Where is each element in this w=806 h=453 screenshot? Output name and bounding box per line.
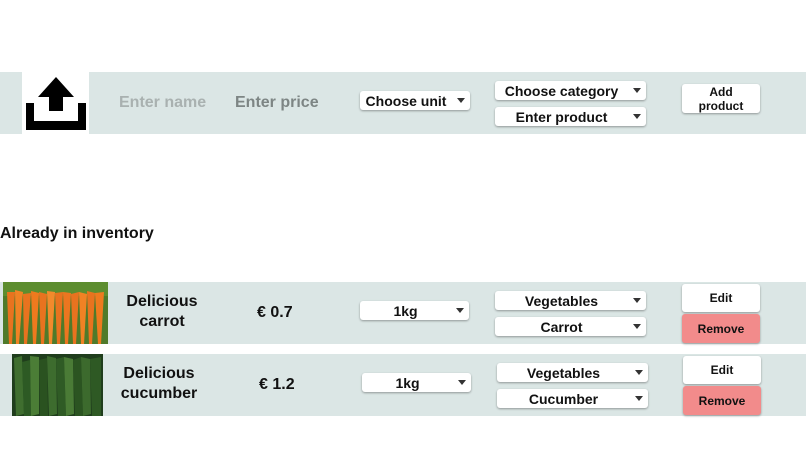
- category-select-label: Vegetables: [526, 364, 601, 381]
- chevron-down-icon: [628, 88, 646, 93]
- add-product-button[interactable]: Add product: [682, 84, 760, 113]
- edit-button[interactable]: Edit: [683, 356, 761, 384]
- chevron-down-icon: [628, 324, 646, 329]
- product-select-label: Enter product: [515, 108, 608, 125]
- inventory-row: Delicious carrot € 0.7 1kg Vegetables Ca…: [0, 282, 806, 344]
- chevron-down-icon: [630, 396, 648, 401]
- chevron-down-icon: [628, 114, 646, 119]
- unit-select[interactable]: 1kg: [362, 373, 471, 392]
- product-select[interactable]: Enter product: [495, 107, 646, 126]
- product-price: € 0.7: [257, 304, 293, 321]
- product-price-input[interactable]: Enter price: [235, 94, 319, 112]
- unit-select-label: 1kg: [395, 374, 420, 391]
- product-name-input[interactable]: Enter name: [119, 94, 206, 112]
- chevron-down-icon: [628, 298, 646, 303]
- category-select[interactable]: Vegetables: [497, 363, 648, 382]
- product-select[interactable]: Carrot: [495, 317, 646, 336]
- upload-icon: [25, 77, 86, 130]
- cucumber-image: [12, 354, 103, 416]
- chevron-down-icon: [451, 308, 469, 313]
- product-select-label: Cucumber: [528, 390, 599, 407]
- unit-select-label: Choose unit: [365, 92, 447, 109]
- chevron-down-icon: [453, 380, 471, 385]
- unit-select[interactable]: 1kg: [360, 301, 469, 320]
- inventory-heading: Already in inventory: [0, 225, 154, 242]
- image-upload-button[interactable]: [22, 72, 89, 134]
- category-select[interactable]: Vegetables: [495, 291, 646, 310]
- add-product-form: Enter name Enter price Choose unit Choos…: [0, 72, 806, 134]
- remove-button[interactable]: Remove: [682, 314, 760, 343]
- product-name: Delicious carrot: [126, 293, 198, 330]
- carrot-image: [3, 282, 108, 344]
- product-price: € 1.2: [259, 376, 295, 393]
- product-select-label: Carrot: [540, 318, 583, 335]
- chevron-down-icon: [630, 370, 648, 375]
- inventory-row: Delicious cucumber € 1.2 1kg Vegetables …: [0, 354, 806, 416]
- unit-select-label: 1kg: [393, 302, 418, 319]
- category-select-label: Vegetables: [524, 292, 599, 309]
- chevron-down-icon: [452, 98, 470, 103]
- category-select-label: Choose category: [504, 82, 619, 99]
- remove-button[interactable]: Remove: [683, 386, 761, 415]
- product-select[interactable]: Cucumber: [497, 389, 648, 408]
- edit-button[interactable]: Edit: [682, 284, 760, 312]
- category-select[interactable]: Choose category: [495, 81, 646, 100]
- product-name: Delicious cucumber: [120, 365, 198, 402]
- unit-select[interactable]: Choose unit: [360, 91, 470, 110]
